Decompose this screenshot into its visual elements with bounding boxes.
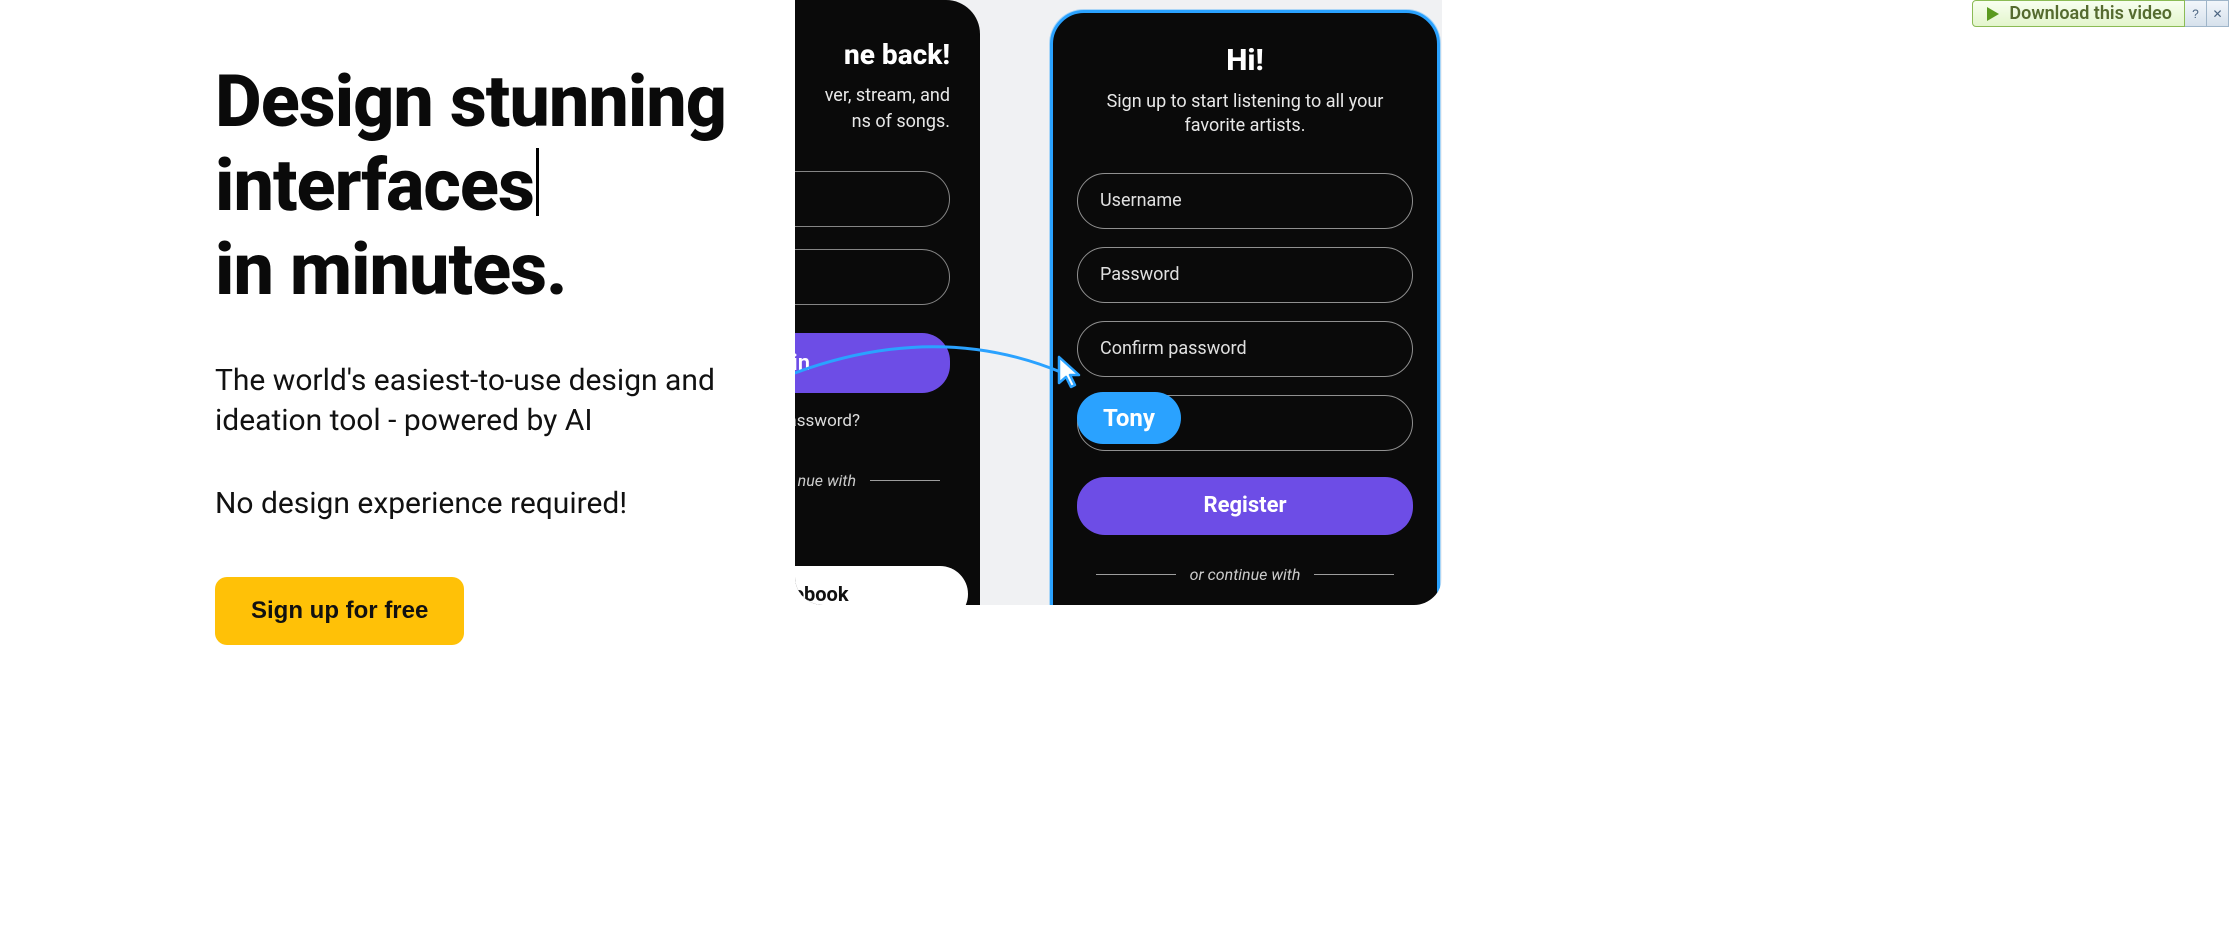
signup-free-button[interactable]: Sign up for free — [215, 577, 464, 645]
password-field[interactable]: Password — [1077, 247, 1413, 303]
username-field[interactable]: Username — [1077, 173, 1413, 229]
confirm-password-field[interactable]: Confirm password — [1077, 321, 1413, 377]
widget-controls: ? ✕ — [2185, 0, 2229, 27]
headline-line-2: interfaces — [215, 143, 534, 228]
signin-desc: ver, stream, and ns of songs. — [795, 83, 950, 135]
signin-heading-fragment: ne back! — [795, 38, 950, 71]
forgot-password-link[interactable]: r password? — [795, 411, 950, 431]
hero-section: Design stunning interfaces in minutes. T… — [215, 60, 775, 645]
play-icon — [1985, 6, 2001, 22]
cursor-arrow-icon — [1055, 355, 1085, 389]
ai-cursor — [1055, 355, 1085, 393]
widget-help-button[interactable]: ? — [2185, 0, 2207, 27]
signup-heading: Hi! — [1077, 43, 1413, 78]
headline-line-1: Design stunning — [215, 59, 726, 144]
signin-field-2[interactable] — [795, 249, 950, 305]
widget-close-button[interactable]: ✕ — [2207, 0, 2229, 27]
divider-bar-right — [1314, 574, 1394, 575]
typing-cursor — [536, 148, 539, 216]
mock-phone-signup: Hi! Sign up to start listening to all yo… — [1050, 10, 1440, 605]
signup-desc: Sign up to start listening to all your f… — [1077, 90, 1413, 139]
demo-panel: ne back! ver, stream, and ns of songs. n… — [795, 0, 1442, 605]
download-video-widget: Download this video ? ✕ — [1972, 0, 2229, 27]
signin-field-1[interactable] — [795, 171, 950, 227]
collaborator-bubble: Tony — [1077, 392, 1181, 444]
headline-line-3: in minutes. — [215, 227, 566, 312]
mock-phone-signin: ne back! ver, stream, and ns of songs. n… — [795, 0, 980, 605]
divider-bar-left — [1096, 574, 1176, 575]
signin-button[interactable]: n in — [795, 333, 950, 393]
hero-headline: Design stunning interfaces in minutes. — [215, 60, 775, 313]
register-button[interactable]: Register — [1077, 477, 1413, 535]
download-video-button[interactable]: Download this video — [1972, 0, 2185, 27]
divider-bar — [870, 480, 940, 481]
signup-continue-row: or continue with — [1077, 565, 1413, 584]
facebook-button[interactable]: Facebook — [795, 566, 968, 605]
hero-tagline: No design experience required! — [215, 486, 775, 521]
hero-subhead: The world's easiest-to-use design and id… — [215, 361, 775, 442]
signin-continue-row: nue with — [795, 471, 950, 490]
